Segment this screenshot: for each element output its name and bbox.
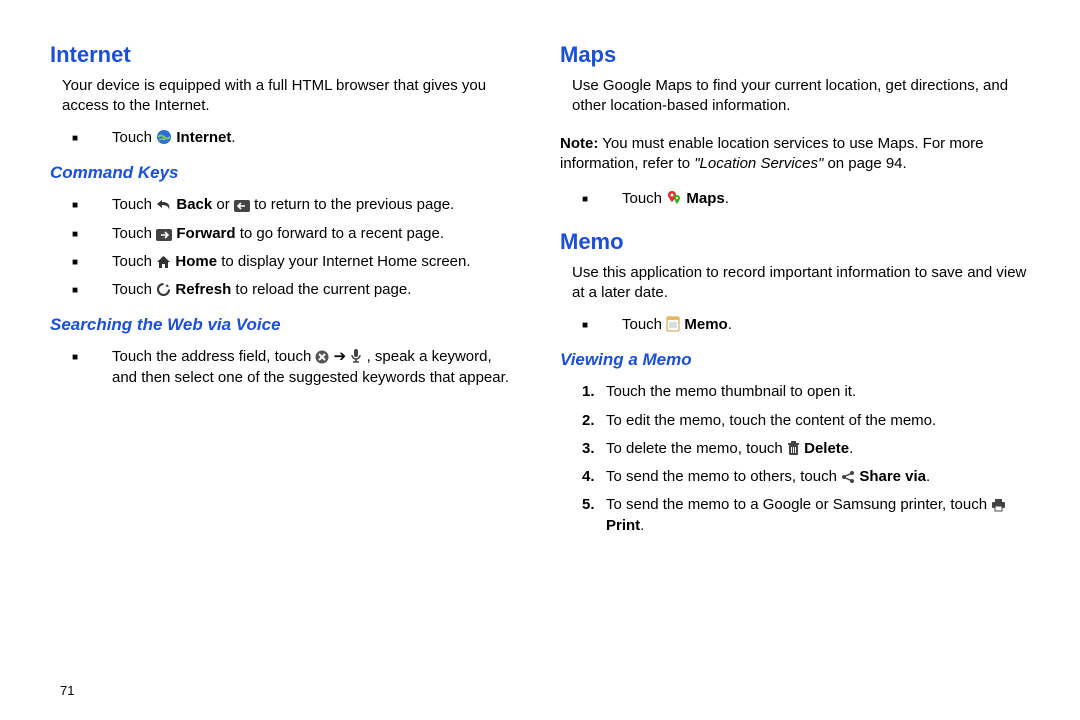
label-forward: Forward xyxy=(176,225,235,242)
label-maps: Maps xyxy=(686,190,724,207)
text: To send the memo to others, touch xyxy=(606,468,841,485)
num-label: 1. xyxy=(582,382,595,402)
dot: . xyxy=(725,190,729,207)
step-5: 5. To send the memo to a Google or Samsu… xyxy=(582,495,1030,536)
text-tail: to go forward to a recent page. xyxy=(240,225,444,242)
note-label: Note: xyxy=(560,135,598,152)
back-curved-icon xyxy=(156,198,172,212)
left-column: Internet Your device is equipped with a … xyxy=(50,40,520,700)
label-home: Home xyxy=(175,253,217,270)
num-label: 2. xyxy=(582,411,595,431)
text-tail: to return to the previous page. xyxy=(254,196,454,213)
microphone-icon xyxy=(350,348,362,364)
text: Touch xyxy=(112,129,156,146)
step-4: 4. To send the memo to others, touch Sha… xyxy=(582,467,1030,487)
arrow-text: ➔ xyxy=(334,348,351,365)
num-label: 5. xyxy=(582,495,595,515)
bullet-touch-maps: Touch Maps. xyxy=(582,189,1030,209)
text: Touch the address field, touch xyxy=(112,348,315,365)
label-delete: Delete xyxy=(804,440,849,457)
refresh-icon xyxy=(156,282,171,297)
text: Touch xyxy=(112,281,156,298)
text-tail: to reload the current page. xyxy=(235,281,411,298)
bullet-forward: Touch Forward to go forward to a recent … xyxy=(72,224,520,244)
label-print: Print xyxy=(606,517,640,534)
heading-internet: Internet xyxy=(50,40,520,70)
text: Touch xyxy=(622,316,666,333)
label-internet: Internet xyxy=(176,129,231,146)
step-3: 3. To delete the memo, touch Delete. xyxy=(582,439,1030,459)
num-label: 3. xyxy=(582,439,595,459)
print-icon xyxy=(991,498,1006,512)
text: Touch xyxy=(622,190,666,207)
note-text-b: on page 94. xyxy=(823,155,906,172)
label-share: Share via xyxy=(859,468,926,485)
dot: . xyxy=(231,129,235,146)
num-label: 4. xyxy=(582,467,595,487)
label-memo: Memo xyxy=(684,316,727,333)
dot: . xyxy=(849,440,853,457)
heading-maps: Maps xyxy=(560,40,1030,70)
label-back: Back xyxy=(176,196,212,213)
text: To delete the memo, touch xyxy=(606,440,787,457)
home-icon xyxy=(156,255,171,269)
forward-arrow-icon xyxy=(156,229,172,241)
text: Touch xyxy=(112,196,156,213)
globe-icon xyxy=(156,129,172,145)
para-maps: Use Google Maps to find your current loc… xyxy=(560,76,1030,117)
share-icon xyxy=(841,470,855,484)
bullet-refresh: Touch Refresh to reload the current page… xyxy=(72,280,520,300)
dot: . xyxy=(926,468,930,485)
heading-command-keys: Command Keys xyxy=(50,162,520,185)
page-number: 71 xyxy=(50,682,520,700)
bullet-home: Touch Home to display your Internet Home… xyxy=(72,252,520,272)
bullet-touch-memo: Touch Memo. xyxy=(582,315,1030,335)
memo-icon xyxy=(666,316,680,332)
close-x-icon xyxy=(315,350,329,364)
bullet-back: Touch Back or to return to the previous … xyxy=(72,195,520,215)
heading-viewing-memo: Viewing a Memo xyxy=(560,349,1030,372)
label-refresh: Refresh xyxy=(175,281,231,298)
right-column: Maps Use Google Maps to find your curren… xyxy=(560,40,1030,700)
bullet-touch-internet: Touch Internet. xyxy=(72,128,520,148)
text: Touch xyxy=(112,225,156,242)
text: Touch xyxy=(112,253,156,270)
text-or: or xyxy=(216,196,234,213)
maps-icon xyxy=(666,190,682,206)
note-maps: Note: You must enable location services … xyxy=(560,134,1030,175)
heading-memo: Memo xyxy=(560,227,1030,257)
text: To edit the memo, touch the content of t… xyxy=(606,412,936,429)
step-1: 1. Touch the memo thumbnail to open it. xyxy=(582,382,1030,402)
heading-search-voice: Searching the Web via Voice xyxy=(50,314,520,337)
para-internet: Your device is equipped with a full HTML… xyxy=(50,76,520,117)
dot: . xyxy=(728,316,732,333)
para-memo: Use this application to record important… xyxy=(560,263,1030,304)
text-tail: to display your Internet Home screen. xyxy=(221,253,470,270)
delete-icon xyxy=(787,441,800,456)
dot: . xyxy=(640,517,644,534)
text: Touch the memo thumbnail to open it. xyxy=(606,383,856,400)
text: To send the memo to a Google or Samsung … xyxy=(606,496,991,513)
note-ref: "Location Services" xyxy=(694,155,823,172)
step-2: 2. To edit the memo, touch the content o… xyxy=(582,411,1030,431)
bullet-voice-search: Touch the address field, touch ➔ , speak… xyxy=(72,347,520,388)
back-arrow-icon xyxy=(234,200,250,212)
